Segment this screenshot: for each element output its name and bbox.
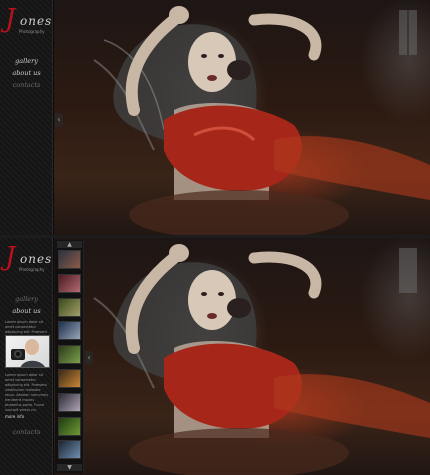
hero-artwork <box>93 244 430 475</box>
main-nav: gallery about us <box>0 293 53 317</box>
thumbnail-1[interactable] <box>58 250 81 269</box>
sidebar: J ones Photography gallery about us cont… <box>0 0 53 235</box>
logo-name: ones <box>20 252 53 266</box>
thumbnail-2[interactable] <box>58 273 81 293</box>
nav-gallery[interactable]: gallery <box>0 293 53 305</box>
top-screen: J ones Photography gallery about us cont… <box>0 0 430 235</box>
logo-name: ones <box>20 14 53 28</box>
nav-contacts[interactable]: contacts <box>0 426 53 438</box>
thumbnail-3[interactable] <box>58 297 81 317</box>
thumbs-up-arrow[interactable]: ▲ <box>57 241 82 248</box>
thumbs-down-arrow[interactable]: ▼ <box>57 464 82 471</box>
prev-slide-arrow[interactable]: ‹ <box>85 351 93 365</box>
hero-image <box>54 238 430 475</box>
more-info-link[interactable]: more info <box>5 414 24 419</box>
thumbnail-8[interactable] <box>58 416 81 436</box>
thumbnail-7[interactable] <box>58 392 81 412</box>
hero-artwork <box>93 6 430 235</box>
nav-contacts[interactable]: contacts <box>0 79 53 91</box>
nav-gallery[interactable]: gallery <box>0 55 53 67</box>
bottom-screen: J ones Photography gallery about us Lore… <box>0 238 430 475</box>
nav-about-us[interactable]: about us <box>0 305 53 317</box>
thumbnail-4[interactable] <box>58 321 81 341</box>
logo-initial: J <box>5 4 16 34</box>
logo-subtitle: Photography <box>19 29 45 34</box>
secondary-nav: contacts <box>0 426 53 438</box>
nav-about-us[interactable]: about us <box>0 67 53 79</box>
logo-subtitle: Photography <box>19 267 45 272</box>
thumbnail-5[interactable] <box>58 345 81 365</box>
prev-slide-arrow[interactable]: ‹ <box>55 113 63 127</box>
thumbnail-6[interactable] <box>58 369 81 388</box>
sidebar: J ones Photography gallery about us Lore… <box>0 238 53 475</box>
logo-initial: J <box>5 242 16 272</box>
thumbnail-strip: ▲ ▼ <box>55 240 84 473</box>
thumbnail-9[interactable] <box>58 440 81 460</box>
main-nav: gallery about us contacts <box>0 55 53 91</box>
site-logo[interactable]: J ones Photography <box>5 4 53 38</box>
site-logo[interactable]: J ones Photography <box>5 242 53 276</box>
about-body: Lorem ipsum dolor sit amet consectetur a… <box>5 373 49 412</box>
profile-photo <box>5 335 50 368</box>
photographer-image <box>11 339 45 367</box>
hero-image <box>54 0 430 235</box>
